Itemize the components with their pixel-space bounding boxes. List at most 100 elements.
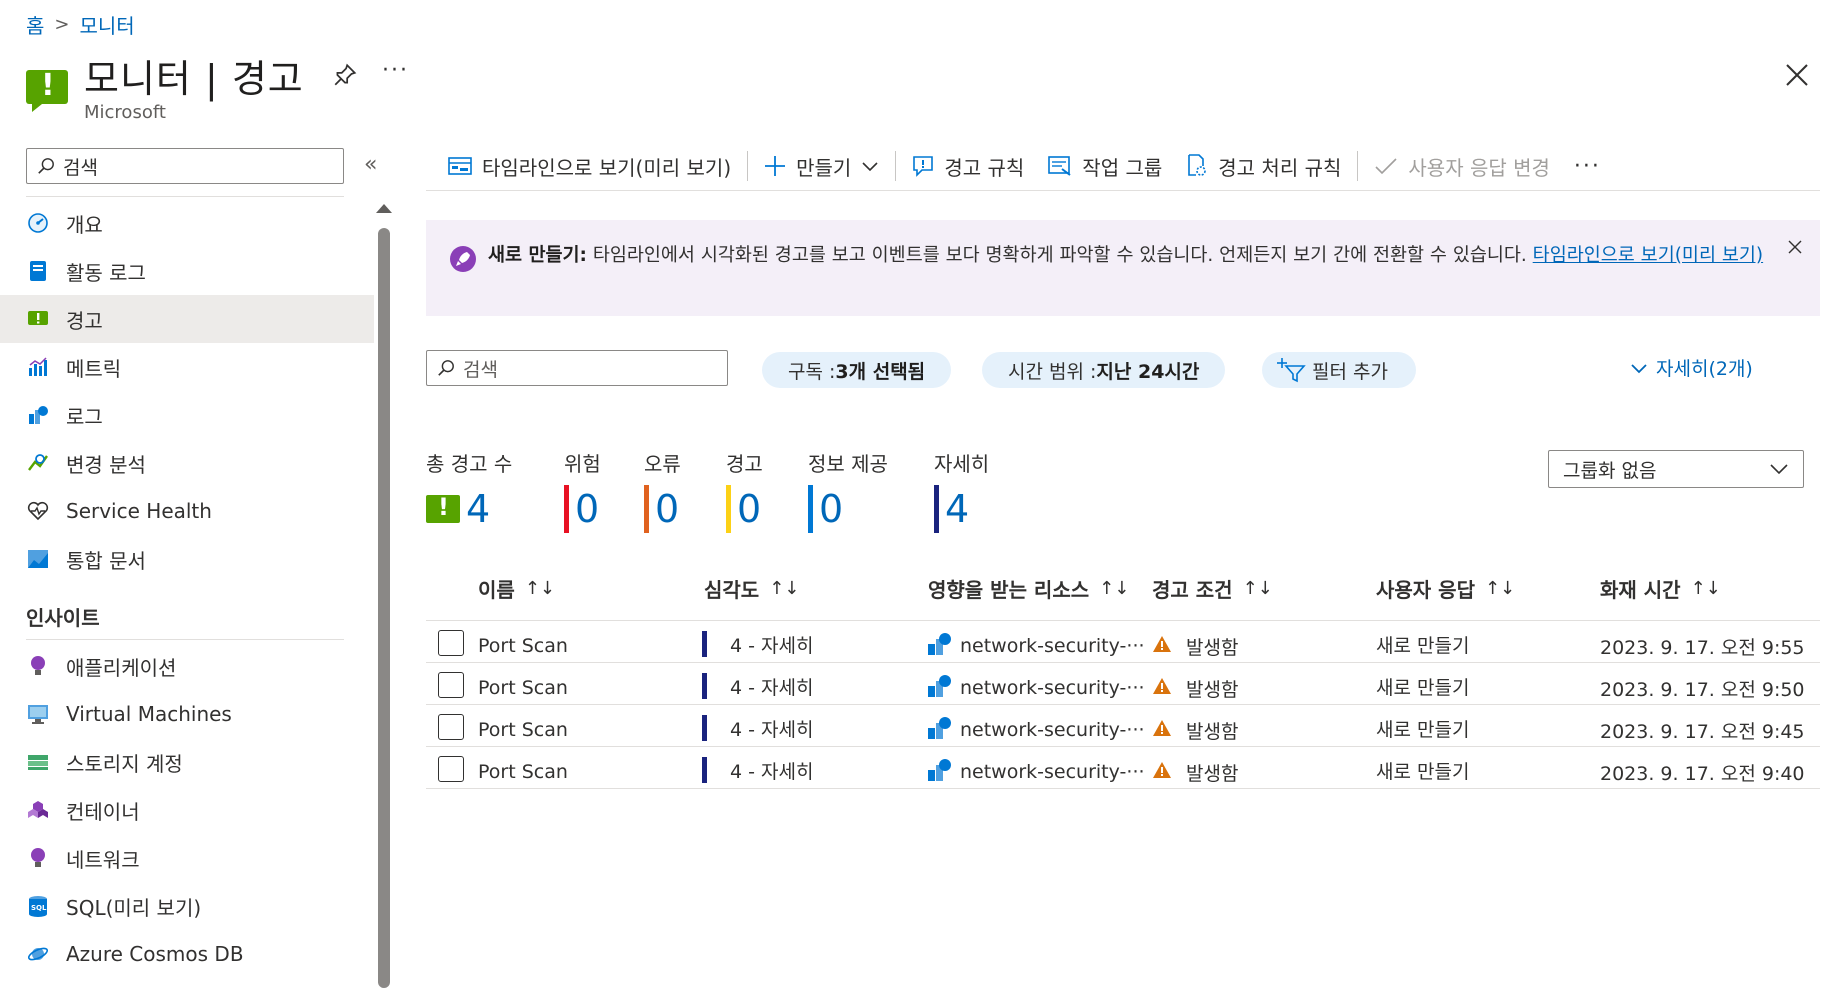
severity-value: 4 - 자세히 bbox=[730, 635, 814, 657]
affected-resource-link[interactable]: network-security-··· bbox=[960, 677, 1145, 699]
change-user-response-button[interactable]: 사용자 응답 변경 bbox=[1362, 152, 1562, 181]
close-icon[interactable] bbox=[1782, 60, 1812, 90]
sidebar-item-metrics[interactable]: 메트릭 bbox=[0, 343, 374, 391]
divider bbox=[426, 190, 1820, 191]
sidebar-item-storage-accounts[interactable]: 스토리지 계정 bbox=[0, 738, 374, 786]
warning-triangle-icon bbox=[1153, 762, 1171, 778]
summary-critical[interactable]: 위험 0 bbox=[564, 448, 601, 533]
close-icon[interactable] bbox=[1786, 238, 1804, 256]
sidebar-item-sql[interactable]: SQL SQL(미리 보기) bbox=[0, 882, 374, 930]
fired-time-value: 2023. 9. 17. 오전 9:40 bbox=[1600, 763, 1805, 785]
summary-informational[interactable]: 정보 제공 0 bbox=[808, 448, 888, 533]
summary-critical-count: 0 bbox=[575, 487, 600, 531]
affected-resource-link[interactable]: network-security-··· bbox=[960, 719, 1145, 741]
group-by-dropdown[interactable]: 그룹화 없음 bbox=[1548, 450, 1804, 488]
cosmos-icon bbox=[26, 942, 50, 966]
column-header-alert-condition[interactable]: 경고 조건 ↑↓ bbox=[1152, 574, 1273, 603]
alert-rules-button[interactable]: 경고 규칙 bbox=[900, 152, 1036, 181]
column-header-user-response[interactable]: 사용자 응답 ↑↓ bbox=[1376, 574, 1515, 603]
network-security-group-icon bbox=[928, 675, 951, 697]
details-toggle-link[interactable]: 자세히(2개) bbox=[1630, 354, 1753, 381]
user-response-value: 새로 만들기 bbox=[1376, 677, 1470, 699]
sidebar-item-applications[interactable]: 애플리케이션 bbox=[0, 642, 374, 690]
alert-name-link[interactable]: Port Scan bbox=[478, 677, 568, 699]
toolbar-divider bbox=[895, 151, 897, 181]
heart-icon bbox=[26, 499, 50, 523]
alert-processing-rules-button[interactable]: 경고 처리 규칙 bbox=[1174, 152, 1353, 181]
warning-severity-bar bbox=[726, 485, 731, 533]
sidebar-nav: 개요 활동 로그 경고 메트릭 로그 변경 분석 Service Health … bbox=[0, 199, 374, 978]
sidebar-item-networks[interactable]: 네트워크 bbox=[0, 834, 374, 882]
summary-informational-count: 0 bbox=[819, 487, 844, 531]
row-checkbox[interactable] bbox=[438, 672, 464, 698]
alert-condition-value: 발생함 bbox=[1186, 763, 1239, 785]
row-checkbox[interactable] bbox=[438, 630, 464, 656]
sidebar-search-input[interactable]: 검색 bbox=[26, 148, 344, 184]
sidebar-item-overview[interactable]: 개요 bbox=[0, 199, 374, 247]
summary-warning[interactable]: 경고 0 bbox=[726, 448, 763, 533]
severity-indicator bbox=[702, 757, 707, 783]
affected-resource-link[interactable]: network-security-··· bbox=[960, 635, 1145, 657]
subscription-filter-label: 구독 : bbox=[788, 360, 836, 383]
time-range-filter-pill[interactable]: 시간 범위 : 지난 24시간 bbox=[982, 352, 1226, 388]
user-response-value: 새로 만들기 bbox=[1376, 635, 1470, 657]
breadcrumb-current[interactable]: 모니터 bbox=[80, 10, 135, 39]
summary-verbose[interactable]: 자세히 4 bbox=[934, 448, 989, 533]
add-filter-button[interactable]: 필터 추가 bbox=[1262, 352, 1416, 388]
toolbar-divider bbox=[747, 151, 749, 181]
column-header-name[interactable]: 이름 ↑↓ bbox=[478, 574, 555, 603]
alert-name-link[interactable]: Port Scan bbox=[478, 719, 568, 741]
ellipsis-icon: ··· bbox=[1573, 153, 1601, 179]
sidebar-item-alerts[interactable]: 경고 bbox=[0, 295, 374, 343]
sidebar-item-cosmos-db[interactable]: Azure Cosmos DB bbox=[0, 930, 374, 978]
column-header-affected-resource[interactable]: 영향을 받는 리소스 ↑↓ bbox=[928, 574, 1129, 603]
sidebar-item-containers[interactable]: 컨테이너 bbox=[0, 786, 374, 834]
row-checkbox[interactable] bbox=[438, 714, 464, 740]
alert-condition-value: 발생함 bbox=[1186, 721, 1239, 743]
affected-resource-link[interactable]: network-security-··· bbox=[960, 761, 1145, 783]
scroll-up-arrow[interactable] bbox=[376, 204, 392, 213]
alert-icon bbox=[26, 68, 68, 112]
severity-indicator bbox=[702, 715, 707, 741]
sidebar-scrollbar[interactable] bbox=[378, 228, 390, 988]
alert-condition-value: 발생함 bbox=[1186, 637, 1239, 659]
banner-timeline-link[interactable]: 타임라인으로 보기(미리 보기) bbox=[1533, 245, 1763, 266]
sidebar-item-service-health[interactable]: Service Health bbox=[0, 487, 374, 535]
alerts-search-input[interactable]: 검색 bbox=[426, 350, 728, 386]
alert-name-link[interactable]: Port Scan bbox=[478, 761, 568, 783]
sidebar-item-change-analysis[interactable]: 변경 분석 bbox=[0, 439, 374, 487]
summary-warning-count: 0 bbox=[737, 487, 762, 531]
column-header-severity[interactable]: 심각도 ↑↓ bbox=[704, 574, 799, 603]
summary-error[interactable]: 오류 0 bbox=[644, 448, 681, 533]
change-analysis-icon bbox=[26, 451, 50, 475]
rocket-icon bbox=[450, 246, 476, 272]
subscription-filter-pill[interactable]: 구독 : 3개 선택됨 bbox=[762, 352, 952, 388]
column-header-fired-time[interactable]: 화재 시간 ↑↓ bbox=[1600, 574, 1721, 603]
sort-icon: ↑↓ bbox=[1690, 578, 1721, 599]
breadcrumb-home[interactable]: 홈 bbox=[26, 10, 44, 39]
pin-icon[interactable] bbox=[332, 62, 358, 88]
more-options-button[interactable]: ··· bbox=[382, 58, 409, 83]
summary-total[interactable]: 총 경고 수 4 bbox=[426, 448, 512, 533]
sort-icon: ↑↓ bbox=[1242, 578, 1273, 599]
subscription-filter-value: 3개 선택됨 bbox=[835, 360, 926, 383]
severity-indicator bbox=[702, 631, 707, 657]
more-commands-button[interactable]: ··· bbox=[1562, 154, 1613, 179]
collapse-sidebar-button[interactable]: « bbox=[364, 152, 377, 177]
timeline-view-button[interactable]: 타임라인으로 보기(미리 보기) bbox=[436, 152, 743, 181]
sidebar-item-workbooks[interactable]: 통합 문서 bbox=[0, 535, 374, 583]
action-groups-button[interactable]: 작업 그룹 bbox=[1036, 152, 1174, 181]
alert-name-link[interactable]: Port Scan bbox=[478, 635, 568, 657]
sidebar-item-logs[interactable]: 로그 bbox=[0, 391, 374, 439]
toolbar-divider bbox=[1357, 151, 1359, 181]
page-title: 모니터 | 경고 bbox=[84, 57, 304, 101]
fired-time-value: 2023. 9. 17. 오전 9:45 bbox=[1600, 721, 1805, 743]
create-button[interactable]: 만들기 bbox=[752, 152, 891, 181]
chevron-down-icon bbox=[1770, 464, 1788, 475]
sidebar-item-activity-log[interactable]: 활동 로그 bbox=[0, 247, 374, 295]
column-header-label: 이름 bbox=[478, 578, 515, 602]
container-icon bbox=[26, 798, 50, 822]
sidebar-item-label: 애플리케이션 bbox=[66, 655, 177, 680]
sidebar-item-virtual-machines[interactable]: Virtual Machines bbox=[0, 690, 374, 738]
row-checkbox[interactable] bbox=[438, 756, 464, 782]
